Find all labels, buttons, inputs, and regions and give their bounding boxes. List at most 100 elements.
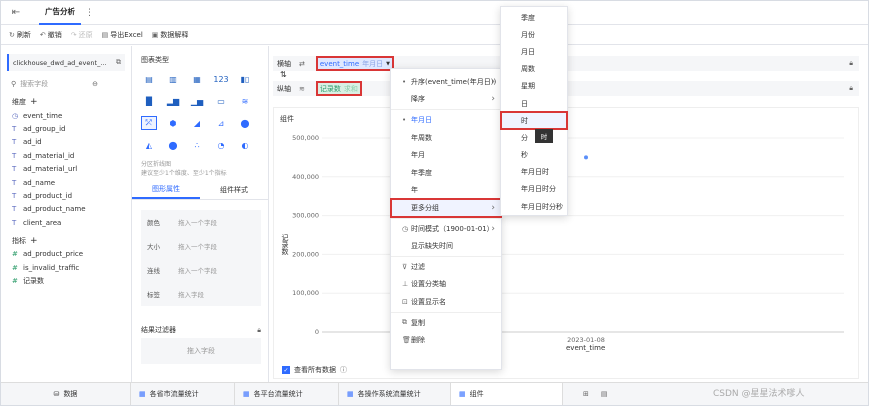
data-tab[interactable]: ⛁ 数据	[1, 383, 131, 405]
add-measure-icon[interactable]: +	[30, 236, 38, 246]
chart-type-option[interactable]: ▂▆	[165, 94, 181, 108]
menu-item[interactable]: • 年月日	[391, 111, 501, 129]
search-options-icon[interactable]: ⊖	[92, 80, 98, 88]
dimension-item[interactable]: Tclient_area	[1, 216, 131, 229]
dimension-item[interactable]: Tad_id	[1, 136, 131, 149]
data-point[interactable]	[584, 155, 588, 160]
dimension-item[interactable]: Tad_product_id	[1, 189, 131, 202]
dimension-item[interactable]: ◷ event_time	[1, 109, 131, 122]
data-explain-button[interactable]: ▣ 数据解释	[152, 30, 189, 40]
component-tab-active[interactable]: ▦ 组件	[451, 383, 563, 405]
menu-item[interactable]: ⊥ 设置分类轴	[391, 276, 501, 294]
lock-icon[interactable]: 🔒︎	[257, 326, 261, 335]
chart-type-option[interactable]: ▦	[189, 72, 205, 86]
submenu-item[interactable]: 日	[501, 95, 567, 112]
chart-type-option[interactable]: ⬤	[165, 138, 181, 152]
submenu-item[interactable]: 年月日时分	[501, 181, 567, 198]
submenu-item[interactable]: 分	[501, 129, 567, 146]
chart-type-option[interactable]: ⬢	[165, 116, 181, 130]
dataset-selector[interactable]: clickhouse_dwd_ad_event_... ⧉	[7, 54, 125, 71]
menu-item[interactable]: • 升序(event_time(年月日)) ›	[391, 73, 501, 91]
back-icon[interactable]: ⇤	[1, 7, 31, 18]
dataset-edit-icon[interactable]: ⧉	[116, 58, 121, 67]
submenu-item[interactable]: 月日	[501, 43, 567, 60]
event-time-pill[interactable]: event_time 年月日 ▼	[315, 56, 395, 71]
menu-item[interactable]: 年季度	[391, 164, 501, 182]
chart-type-option[interactable]: ▐▌	[141, 94, 157, 108]
property-dropzone[interactable]: 拖入一个字段	[178, 265, 217, 275]
chart-type-option[interactable]: ◭	[141, 138, 157, 152]
property-dropzone[interactable]: 拖入一个字段	[178, 217, 217, 227]
sheet-tab[interactable]: ▦ 各平台流量统计	[235, 383, 339, 405]
tab-graphic-properties[interactable]: 图形属性	[132, 184, 200, 199]
export-excel-button[interactable]: ▤ 导出Excel	[102, 30, 143, 40]
chart-type-option[interactable]: ◔	[213, 138, 229, 152]
submenu-item[interactable]: 月份	[501, 26, 567, 43]
menu-item[interactable]: 显示缺失时间	[391, 237, 501, 255]
field-search[interactable]: ⚲ 搜索字段 ⊖	[11, 77, 131, 91]
tab-component-style[interactable]: 组件样式	[200, 185, 268, 198]
sheet-tab[interactable]: ▦ 各省市流量统计	[131, 383, 235, 405]
menu-item[interactable]: 年	[391, 182, 501, 200]
submenu-item[interactable]: 秒	[501, 147, 567, 164]
view-all-data-toggle[interactable]: ✓ 查看所有数据 ⓘ	[282, 365, 347, 375]
submenu-item[interactable]: 星期	[501, 78, 567, 95]
chart-type-option[interactable]: ▥	[165, 72, 181, 86]
property-dropzone[interactable]: 拖入字段	[178, 289, 204, 299]
undo-button[interactable]: ↶ 撤销	[40, 30, 62, 40]
menu-item[interactable]: ◷ 时间模式（1900-01-01） ›	[391, 220, 501, 238]
submenu-item[interactable]: 年月日时	[501, 164, 567, 181]
record-count-pill[interactable]: 记录数 求和	[315, 81, 362, 96]
measure-item[interactable]: # 记录数	[1, 274, 131, 287]
checkbox-checked[interactable]: ✓	[282, 366, 290, 374]
chart-type-option[interactable]: ⊿	[213, 116, 229, 130]
menu-item[interactable]: ⊡ 设置显示名	[391, 293, 501, 311]
menu-item[interactable]: ⧉ 复制	[391, 314, 501, 332]
size-property[interactable]: 大小 拖入一个字段	[141, 234, 261, 258]
search-input[interactable]: 搜索字段	[20, 79, 48, 89]
submenu-item[interactable]: 时	[500, 111, 568, 131]
lock-icon[interactable]: 🔒︎	[849, 59, 853, 68]
chart-type-option[interactable]: ▭	[213, 94, 229, 108]
more-icon[interactable]: ⋮	[85, 8, 94, 18]
add-dimension-icon[interactable]: +	[30, 97, 38, 107]
menu-item[interactable]: 年周数	[391, 129, 501, 147]
submenu-item[interactable]: 季度	[501, 9, 567, 26]
dimension-item[interactable]: Tad_group_id	[1, 122, 131, 135]
redo-button[interactable]: ↷ 还原	[71, 30, 93, 40]
tab-ad-analysis[interactable]: 广告分析	[39, 0, 81, 25]
menu-item[interactable]: 年月	[391, 146, 501, 164]
menu-item[interactable]: 降序 ›	[391, 91, 501, 109]
lock-icon[interactable]: 🔒︎	[849, 84, 853, 93]
axis-swap-icon[interactable]: ⇄	[299, 60, 305, 68]
line-property[interactable]: 连线 拖入一个字段	[141, 258, 261, 282]
dimension-item[interactable]: Tad_product_name	[1, 203, 131, 216]
submenu-item[interactable]: 年月日时分秒	[501, 198, 567, 215]
sheet-tab[interactable]: ▦ 各操作系统流量统计	[339, 383, 451, 405]
chart-type-option[interactable]: ≋	[237, 94, 253, 108]
menu-item[interactable]: 🗑︎ 删除	[391, 331, 501, 349]
refresh-button[interactable]: ↻ 刷新	[9, 30, 31, 40]
chart-type-option[interactable]: ⬤	[237, 116, 253, 130]
chart-type-option[interactable]: ▤	[141, 72, 157, 86]
chart-type-option[interactable]: ▁▅	[189, 94, 205, 108]
property-dropzone[interactable]: 拖入一个字段	[178, 241, 217, 251]
color-property[interactable]: 颜色 拖入一个字段	[141, 210, 261, 234]
submenu-item[interactable]: 周数	[501, 61, 567, 78]
measure-item[interactable]: # ad_product_price	[1, 248, 131, 261]
add-sheet-icon[interactable]: ⊞	[583, 390, 589, 398]
measure-item[interactable]: # is_invalid_traffic	[1, 261, 131, 274]
dimension-item[interactable]: Tad_material_id	[1, 149, 131, 162]
menu-item[interactable]: ⊽ 过滤	[391, 258, 501, 276]
add-dashboard-icon[interactable]: ▤	[601, 390, 608, 398]
dimension-item[interactable]: Tad_name	[1, 176, 131, 189]
chart-type-option[interactable]: ◐	[237, 138, 253, 152]
filter-dropzone[interactable]: 拖入字段	[141, 338, 261, 364]
chart-type-option[interactable]: ∴	[189, 138, 205, 152]
line-chart-icon[interactable]: ≋	[299, 85, 305, 93]
chart-type-option[interactable]: ▮▯	[237, 72, 253, 86]
chart-type-option[interactable]: ⤱	[141, 116, 157, 130]
label-property[interactable]: 标签 拖入字段	[141, 282, 261, 306]
dimension-item[interactable]: Tad_material_url	[1, 163, 131, 176]
sort-icon[interactable]: ⇅	[280, 70, 287, 79]
